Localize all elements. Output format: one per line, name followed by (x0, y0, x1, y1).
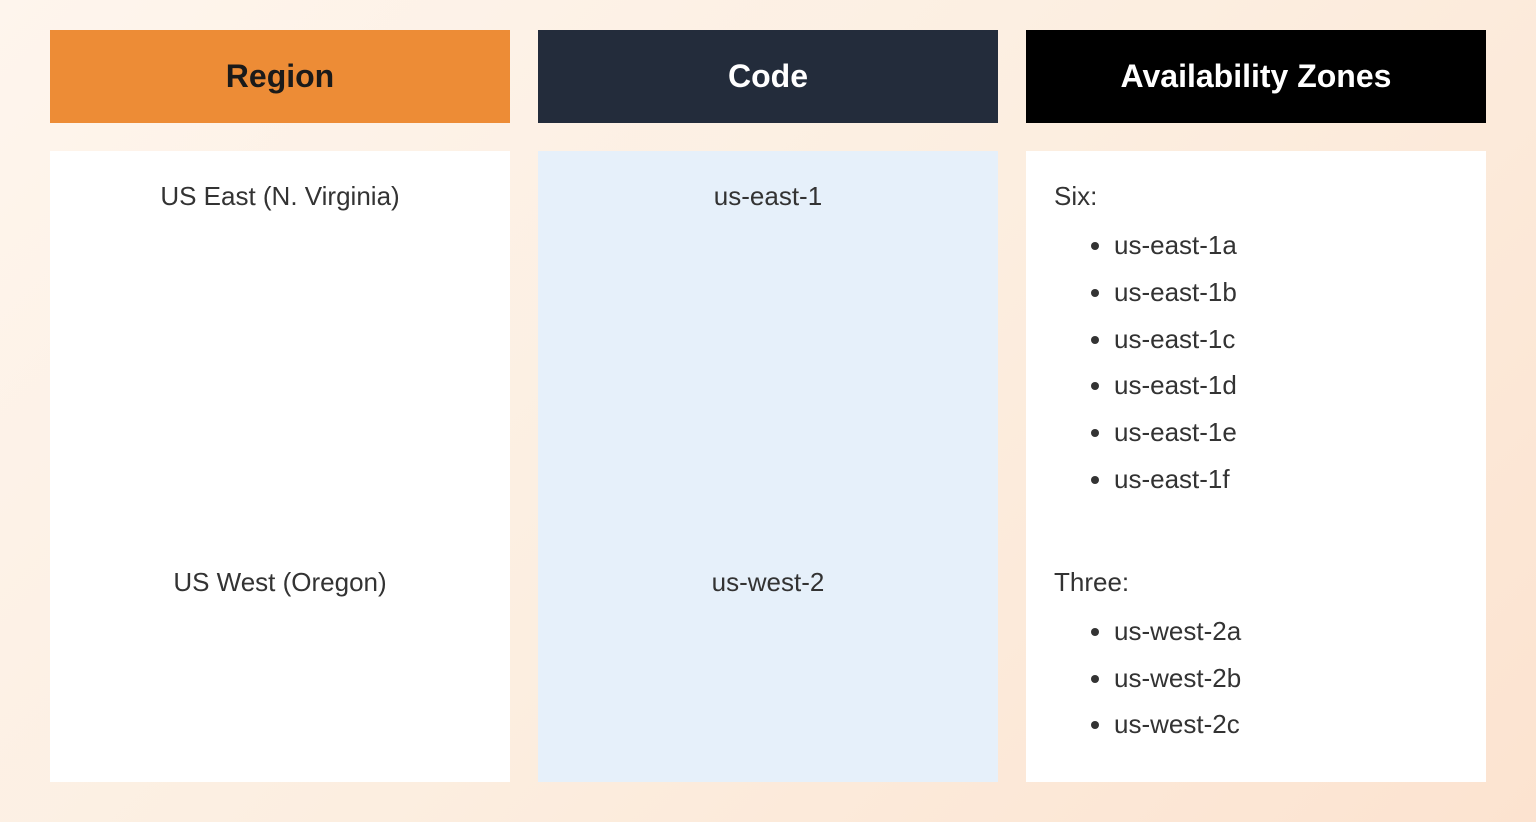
az-item: us-east-1e (1114, 409, 1458, 456)
header-availability-zones: Availability Zones (1026, 30, 1486, 123)
cell-code: us-west-2 (538, 537, 998, 782)
az-item: us-east-1d (1114, 362, 1458, 409)
az-item: us-east-1a (1114, 222, 1458, 269)
regions-table: Region Code Availability Zones US East (… (50, 30, 1486, 782)
cell-region: US East (N. Virginia) (50, 151, 510, 537)
az-count-label: Six: (1054, 181, 1458, 212)
az-list: us-east-1a us-east-1b us-east-1c us-east… (1054, 222, 1458, 503)
az-item: us-west-2a (1114, 608, 1458, 655)
az-list: us-west-2a us-west-2b us-west-2c (1054, 608, 1458, 748)
az-count-label: Three: (1054, 567, 1458, 598)
cell-availability-zones: Three: us-west-2a us-west-2b us-west-2c (1026, 537, 1486, 782)
header-region: Region (50, 30, 510, 123)
az-item: us-east-1b (1114, 269, 1458, 316)
header-code: Code (538, 30, 998, 123)
az-item: us-east-1c (1114, 316, 1458, 363)
az-item: us-east-1f (1114, 456, 1458, 503)
cell-code: us-east-1 (538, 151, 998, 537)
az-item: us-west-2c (1114, 701, 1458, 748)
az-item: us-west-2b (1114, 655, 1458, 702)
cell-availability-zones: Six: us-east-1a us-east-1b us-east-1c us… (1026, 151, 1486, 537)
cell-region: US West (Oregon) (50, 537, 510, 782)
